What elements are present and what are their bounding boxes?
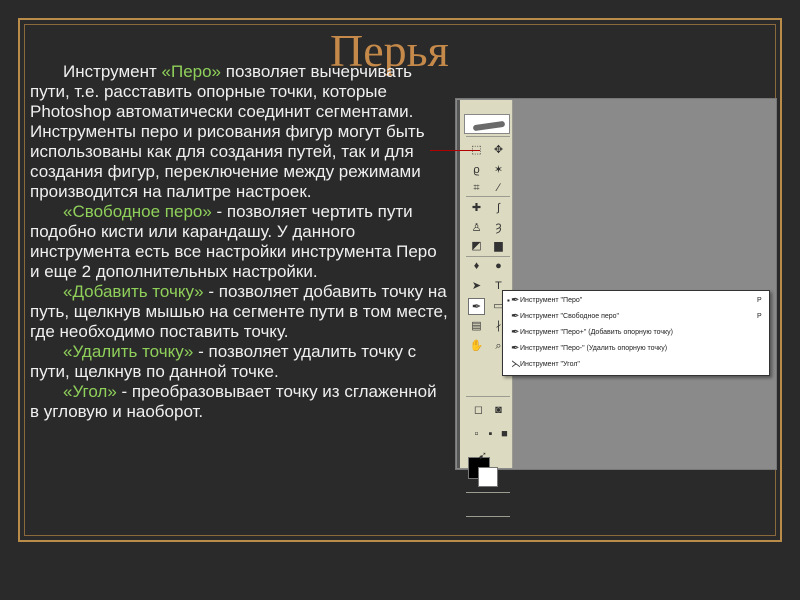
brush-icon[interactable]: ∫ [490, 200, 507, 217]
crop-icon[interactable]: ⌗ [468, 180, 485, 197]
dodge-icon[interactable]: ● [490, 258, 507, 275]
body-paragraph: «Угол» - преобразовывает точку из сглаже… [30, 382, 450, 422]
pen-menu-item-label: Инструмент "Перо" [520, 297, 583, 304]
pen-icon[interactable]: ✒ [468, 298, 485, 315]
body-paragraph: «Удалить точку» - позволяет удалить точк… [30, 342, 450, 382]
tool-name-highlight: «Удалить точку» [63, 342, 194, 361]
pen-menu-item-label: Инструмент "Угол" [520, 361, 580, 368]
tool-name-highlight: «Перо» [161, 62, 222, 81]
pen-menu-item[interactable]: ✒ Инструмент "Свободное перо" P [503, 309, 769, 325]
pen-menu-item-shortcut: P [757, 297, 762, 304]
annotation-line [430, 150, 480, 151]
gradient-icon[interactable]: ▆ [490, 238, 507, 255]
clone-stamp-icon[interactable]: ♙ [468, 220, 485, 237]
slice-icon[interactable]: ∕ [490, 180, 507, 197]
photoshop-toolbox: ⬚ ✥ ϱ ✶ ⌗ ∕ ✚ ∫ ♙ Ȝ ◩ ▆ ♦ ● ➤ T ✒ ▭ ▤ ∤ ✋ ⌕ ◻ ◙ ▫ ▪ ■ ➹ [457, 100, 513, 517]
tool-name-highlight: «Добавить точку» [63, 282, 204, 301]
body-text-segment: позволяет вычерчивать пути, т.е. расстав… [30, 62, 425, 201]
body-paragraph: «Свободное перо» - позволяет чертить пут… [30, 202, 450, 282]
feather-icon [472, 120, 506, 132]
screen-mode-3-icon[interactable]: ■ [496, 426, 513, 443]
toolbox-divider [466, 256, 510, 257]
magic-wand-icon[interactable]: ✶ [490, 162, 507, 179]
toolbox-divider [466, 136, 510, 137]
lasso-icon[interactable]: ϱ [468, 162, 485, 179]
pen-menu-item[interactable]: ✒ Инструмент "Перо+" (Добавить опорную то… [503, 325, 769, 341]
pen-menu-item[interactable]: ▪ ✒ Инструмент "Перо" P [503, 293, 769, 309]
pen-menu-item-label: Инструмент "Перо+" (Добавить опорную точ… [520, 329, 674, 336]
pen-menu-item-label: Инструмент "Перо-" (Удалить опорную точк… [520, 345, 668, 352]
standard-mode-icon[interactable]: ◻ [470, 402, 487, 419]
tool-name-highlight: «Свободное перо» [63, 202, 212, 221]
pen-tool-flyout-menu: ▪ ✒ Инструмент "Перо" P ✒ Инструмент "Свободн… [502, 290, 770, 376]
path-select-icon[interactable]: ➤ [468, 278, 485, 295]
pen-menu-item-shortcut: P [757, 313, 762, 320]
pen-menu-item[interactable]: ✒ Инструмент "Перо-" (Удалить опорную точ… [503, 341, 769, 357]
pen-menu-item[interactable]: ⋋ Инструмент "Угол" [503, 357, 769, 373]
history-brush-icon[interactable]: Ȝ [490, 220, 507, 237]
notes-icon[interactable]: ▤ [468, 318, 485, 335]
healing-brush-icon[interactable]: ✚ [468, 200, 485, 217]
hand-icon[interactable]: ✋ [468, 338, 485, 355]
toolbox-header-logo [464, 114, 510, 134]
tool-name-highlight: «Угол» [63, 382, 117, 401]
toolbox-divider [466, 396, 510, 397]
jump-to-imageready-icon[interactable]: ➹ [474, 448, 491, 465]
background-color-swatch[interactable] [478, 467, 498, 487]
quickmask-mode-icon[interactable]: ◙ [490, 402, 507, 419]
slide-body-text: Инструмент «Перо» позволяет вычерчивать … [30, 62, 450, 422]
toolbox-divider [466, 492, 510, 493]
eraser-icon[interactable]: ◩ [468, 238, 485, 255]
toolbox-divider [466, 196, 510, 197]
body-paragraph: Инструмент «Перо» позволяет вычерчивать … [30, 62, 450, 202]
body-paragraph: «Добавить точку» - позволяет добавить то… [30, 282, 450, 342]
body-text-segment: Инструмент [63, 62, 162, 81]
pen-menu-item-label: Инструмент "Свободное перо" [520, 313, 620, 320]
move-icon[interactable]: ✥ [490, 142, 507, 159]
slide: ⬚ ✥ ϱ ✶ ⌗ ∕ ✚ ∫ ♙ Ȝ ◩ ▆ ♦ ● ➤ T ✒ ▭ ▤ ∤ ✋ ⌕ ◻ ◙ ▫ ▪ ■ ➹ ▪ ✒ Инструмен… [0, 0, 800, 600]
blur-icon[interactable]: ♦ [468, 258, 485, 275]
toolbox-divider [466, 516, 510, 517]
